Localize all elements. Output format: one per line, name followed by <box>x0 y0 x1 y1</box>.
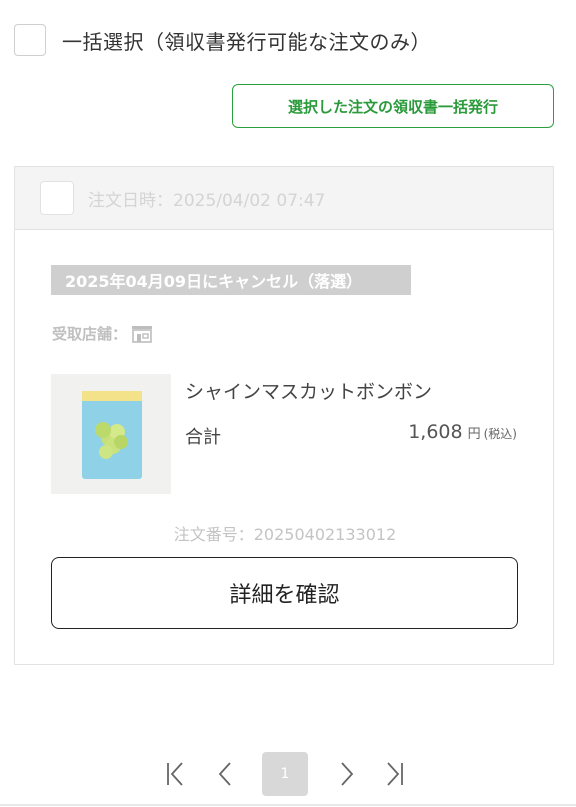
store-label: 受取店舗： <box>52 325 128 343</box>
prev-page-icon[interactable] <box>210 752 240 796</box>
first-page-icon[interactable] <box>160 752 190 796</box>
view-details-button[interactable]: 詳細を確認 <box>51 557 518 629</box>
total-label: 合計 <box>185 427 221 448</box>
currency-label: 円 <box>467 427 481 442</box>
total-price: 1,608 円 (税込) <box>408 421 517 443</box>
select-all-row[interactable]: 一括選択（領収書発行可能な注文のみ） <box>14 24 431 56</box>
order-card-header: 注文日時：2025/04/02 07:47 <box>15 167 553 230</box>
page-current[interactable]: 1 <box>262 752 308 796</box>
order-number: 注文番号：20250402133012 <box>173 525 397 544</box>
order-select-checkbox[interactable] <box>40 181 74 215</box>
bottom-divider <box>0 804 576 806</box>
next-page-icon[interactable] <box>332 752 362 796</box>
order-card: 注文日時：2025/04/02 07:47 2025年04月09日にキャンセル（… <box>14 166 554 665</box>
product-image[interactable] <box>51 374 171 494</box>
select-all-label: 一括選択（領収書発行可能な注文のみ） <box>62 29 431 54</box>
pickup-store: 受取店舗： <box>52 323 153 344</box>
order-date: 注文日時：2025/04/02 07:47 <box>88 190 326 211</box>
product-name[interactable]: シャインマスカットボンボン <box>185 377 432 404</box>
bulk-receipt-issue-button[interactable]: 選択した注文の領収書一括発行 <box>232 84 554 128</box>
pagination: 1 <box>0 752 576 796</box>
last-page-icon[interactable] <box>380 752 410 796</box>
price-value: 1,608 <box>408 421 463 443</box>
status-badge: 2025年04月09日にキャンセル（落選） <box>51 265 411 295</box>
select-all-checkbox[interactable] <box>14 24 46 56</box>
tax-note: (税込) <box>483 427 517 441</box>
store-icon <box>131 325 153 343</box>
